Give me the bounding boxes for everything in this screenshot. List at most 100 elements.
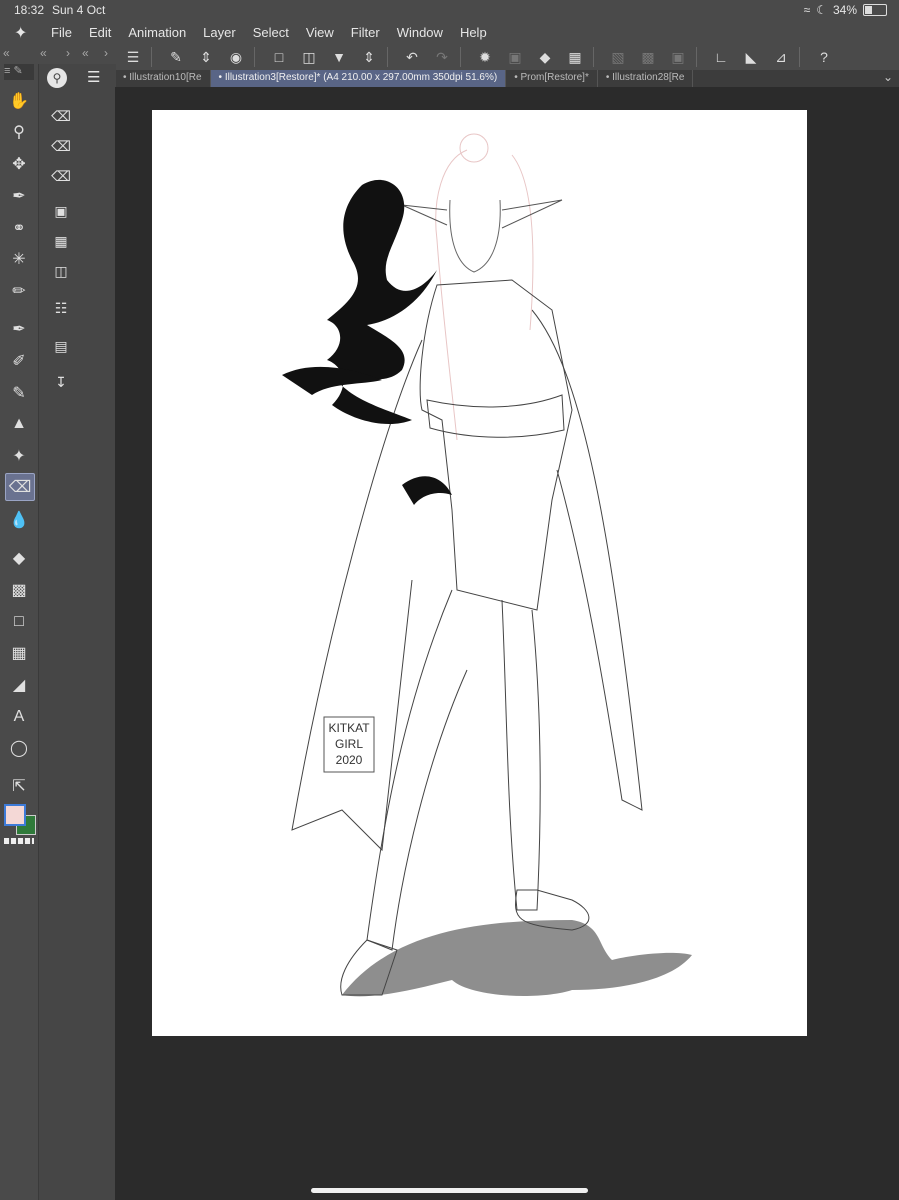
lasso-tool-icon[interactable]: ⚭ <box>5 215 33 241</box>
transparent-color-switch[interactable] <box>4 838 34 844</box>
menu-animation[interactable]: Animation <box>128 25 186 40</box>
invert-selection-icon[interactable]: ▩ <box>636 46 660 68</box>
drawing-canvas[interactable]: KITKAT GIRL 2020 <box>152 110 807 1036</box>
undo-icon[interactable]: ↶ <box>400 46 424 68</box>
crop-icon[interactable]: ▦ <box>563 46 587 68</box>
menu-window[interactable]: Window <box>397 25 443 40</box>
layer-mask-icon[interactable]: ▣ <box>47 199 75 223</box>
collapse-left-icon[interactable]: « <box>3 46 10 60</box>
moon-icon: ☾ <box>816 3 827 17</box>
import-icon[interactable]: ↧ <box>47 370 75 394</box>
signature-line: KITKAT <box>328 721 370 735</box>
toolbar-separator <box>696 47 697 67</box>
toolbar-separator <box>254 47 255 67</box>
help-icon[interactable]: ? <box>812 46 836 68</box>
correct-line-tool-icon[interactable]: ⇱ <box>5 773 33 799</box>
sub-tool-panel: ⚲ ☰ ⌫ ⌫ ⌫ ▣ ▦ ◫ ☷ ▤ ↧ <box>38 64 116 1200</box>
move-tool-icon[interactable]: ✥ <box>5 151 33 177</box>
toolbar-separator <box>387 47 388 67</box>
open-folder-icon[interactable]: ◫ <box>297 46 321 68</box>
menu-layer[interactable]: Layer <box>203 25 236 40</box>
zoom-tool-icon[interactable]: ⚲ <box>5 119 33 145</box>
eraser-vector-icon[interactable]: ⌫ <box>47 164 75 188</box>
toolbar-separator <box>151 47 152 67</box>
menu-filter[interactable]: Filter <box>351 25 380 40</box>
object-tool-icon[interactable]: ✒ <box>5 183 33 209</box>
eraser-tool-icon[interactable]: ⌫ <box>5 473 35 501</box>
tab-illustration3[interactable]: • Illustration3[Restore]* (A4 210.00 x 2… <box>210 70 507 87</box>
layers-icon[interactable]: ☰ <box>87 68 100 86</box>
menu-file[interactable]: File <box>51 25 72 40</box>
battery-fill <box>865 6 872 14</box>
menu-help[interactable]: Help <box>460 25 487 40</box>
redo-icon[interactable]: ↷ <box>430 46 454 68</box>
tab-label: Illustration10[Re <box>129 72 202 83</box>
magic-wand-icon[interactable]: ✳ <box>5 246 33 272</box>
deselect-icon[interactable]: ▧ <box>606 46 630 68</box>
eraser-soft-icon[interactable]: ⌫ <box>47 134 75 158</box>
navigator-icon[interactable]: ⚲ <box>47 68 67 88</box>
status-date: Sun 4 Oct <box>52 3 106 17</box>
hamburger-menu-icon[interactable]: ☰ <box>121 46 145 68</box>
brush-icon[interactable]: ◣ <box>739 46 763 68</box>
airbrush-tool-icon[interactable]: ▲ <box>5 411 33 437</box>
film-strip-icon[interactable]: ◫ <box>47 259 75 283</box>
record-icon[interactable]: ◉ <box>224 46 248 68</box>
eraser-hard-icon[interactable]: ⌫ <box>47 104 75 128</box>
fill-tool-icon[interactable]: ◆ <box>5 545 33 571</box>
expand-right-icon[interactable]: › <box>66 46 70 60</box>
pen-tool-icon[interactable]: ✒ <box>5 316 33 342</box>
tool-bar-header[interactable]: ≡ ✎ <box>4 64 34 80</box>
toolbar-separator <box>799 47 800 67</box>
pen-ruler-icon[interactable]: ⊿ <box>769 46 793 68</box>
collapse-sidebar-icon[interactable]: « <box>40 46 47 60</box>
left-leg <box>366 589 468 951</box>
pencil-tool-icon[interactable]: ✎ <box>5 380 33 406</box>
eyedropper-icon[interactable]: ✏ <box>5 278 33 304</box>
menu-edit[interactable]: Edit <box>89 25 111 40</box>
main-color-swatch[interactable] <box>4 804 26 826</box>
frame-icon[interactable]: ▤ <box>47 334 75 358</box>
home-indicator[interactable] <box>311 1188 588 1193</box>
up-down-icon[interactable]: ⇕ <box>357 46 381 68</box>
signature-line: 2020 <box>336 753 363 767</box>
tab-label: Illustration3[Restore]* (A4 210.00 x 297… <box>224 72 498 83</box>
menu-select[interactable]: Select <box>253 25 289 40</box>
black-flame <box>327 179 437 425</box>
balloon-tool-icon[interactable]: ◯ <box>5 735 33 761</box>
edit-icon[interactable]: ✎ <box>164 46 188 68</box>
up-down-icon[interactable]: ⇕ <box>194 46 218 68</box>
wifi-icon: ≈ <box>803 3 811 17</box>
tabs-dropdown-icon[interactable]: ⌄ <box>883 70 893 84</box>
battery-icon <box>863 4 887 16</box>
save-icon[interactable]: ▼ <box>327 46 351 68</box>
collapse-right-icon[interactable]: « <box>82 46 89 60</box>
app-logo-icon[interactable]: ✦ <box>14 23 27 43</box>
tab-prom[interactable]: • Prom[Restore]* <box>506 70 598 87</box>
fill-icon[interactable]: ◆ <box>533 46 557 68</box>
decoration-tool-icon[interactable]: ✦ <box>5 443 33 469</box>
lineart-illustration: KITKAT GIRL 2020 <box>282 133 692 997</box>
ruler-tool-icon[interactable]: ◢ <box>5 672 33 698</box>
brush-tool-icon[interactable]: ✐ <box>5 348 33 374</box>
ruler-icon[interactable]: ∟ <box>709 46 733 68</box>
text-tool-icon[interactable]: A <box>5 704 33 730</box>
frame-tool-icon[interactable]: ▦ <box>5 640 33 666</box>
selection-border-icon[interactable]: ▣ <box>666 46 690 68</box>
cape-outline-right <box>531 309 643 811</box>
tab-illustration28[interactable]: • Illustration28[Re <box>598 70 694 87</box>
layer-stack-icon[interactable]: ☷ <box>47 296 75 320</box>
expand-sidebar-icon[interactable]: › <box>104 46 108 60</box>
grid-pattern-icon[interactable]: ▦ <box>47 229 75 253</box>
tab-illustration10[interactable]: • Illustration10[Re <box>115 70 211 87</box>
hand-tool-icon[interactable]: ✋ <box>5 88 33 114</box>
new-file-icon[interactable]: □ <box>267 46 291 68</box>
gradient-tool-icon[interactable]: ▩ <box>5 577 33 603</box>
blend-tool-icon[interactable]: 💧 <box>5 507 33 533</box>
menu-view[interactable]: View <box>306 25 334 40</box>
selection-icon[interactable]: ▣ <box>503 46 527 68</box>
toolbar-separator <box>593 47 594 67</box>
hair-bun <box>459 133 489 163</box>
figure-tool-icon[interactable]: □ <box>5 609 33 635</box>
signature-line: GIRL <box>335 737 363 751</box>
